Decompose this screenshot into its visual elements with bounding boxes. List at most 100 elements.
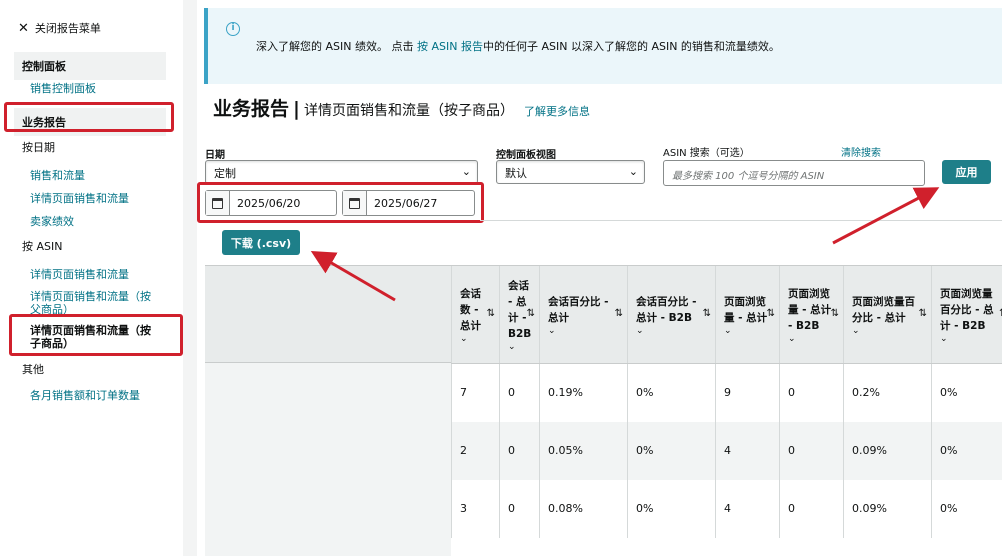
sidebar-item-asin-parent[interactable]: 详情页面销售和流量（按 父商品） [30, 290, 151, 316]
chevron-down-icon: ⌄ [461, 165, 471, 178]
apply-button[interactable]: 应用 [942, 160, 991, 184]
column-header[interactable]: 会话百分比 - 总计 ⌄ ⇅ [539, 265, 628, 364]
asin-search-label: ASIN 搜索（可选） [663, 148, 750, 159]
chevron-down-icon[interactable]: ⌄ [788, 334, 837, 344]
sidebar-by-asin: 按 ASIN [22, 240, 63, 253]
column-header-label: 会话数 - 总计 [460, 287, 481, 332]
sidebar-item-sales-dashboard[interactable]: 销售控制面板 [30, 82, 96, 95]
sidebar-dashboard-header: 控制面板 [14, 52, 166, 80]
table-cell: 0.2% [843, 363, 932, 422]
chevron-down-icon[interactable]: ⌄ [460, 334, 493, 344]
table-cell: 0 [499, 479, 540, 538]
sort-icon[interactable]: ⇅ [615, 308, 623, 319]
sidebar-item-monthly[interactable]: 各月销售额和订单数量 [30, 389, 140, 402]
table-cell: 7 [451, 363, 500, 422]
close-report-menu[interactable]: ✕ 关闭报告菜单 [18, 20, 101, 36]
clear-search-link[interactable]: 清除搜索 [841, 144, 881, 159]
table-cell: 0.19% [539, 363, 628, 422]
column-header-label: 会话百分比 - 总计 [548, 295, 609, 324]
report-table: 会话数 - 总计 ⌄ ⇅ 会话 - 总计 - B2B ⌄ ⇅ 会话百分比 - 总计 ⌄ ⇅ 会话百… [451, 265, 1002, 538]
date-label: 日期 [205, 150, 225, 161]
column-header-label: 页面浏览量百分比 - 总计 [852, 295, 915, 324]
table-cell: 0% [931, 479, 1002, 538]
table-cell: 2 [451, 421, 500, 480]
table-cell: 4 [715, 421, 780, 480]
sidebar-item-seller-performance[interactable]: 卖家绩效 [30, 215, 74, 228]
table-cell: 0 [779, 421, 844, 480]
title-separator: | [293, 98, 300, 120]
table-cell: 0 [499, 363, 540, 422]
asin-search-input[interactable]: 最多搜索 100 个逗号分隔的 ASIN [663, 160, 925, 186]
date-range-value: 定制 [214, 167, 236, 180]
banner-asin-report-link[interactable]: 按 ASIN 报告 [417, 40, 483, 53]
chevron-down-icon[interactable]: ⌄ [852, 326, 925, 336]
table-row: 7 0 0.19% 0% 9 0 0.2% 0% [451, 363, 1002, 422]
table-cell: 0.05% [539, 421, 628, 480]
column-header[interactable]: 会话数 - 总计 ⌄ ⇅ [451, 265, 500, 364]
column-header-label: 页面浏览量百分比 - 总计 - B2B [940, 287, 994, 332]
table-cell: 0% [627, 479, 716, 538]
divider [480, 220, 1002, 221]
sort-icon[interactable]: ⇅ [703, 308, 711, 319]
close-menu-label: 关闭报告菜单 [34, 22, 101, 35]
banner-message: 深入了解您的 ASIN 绩效。 点击 按 ASIN 报告中的任何子 ASIN 以… [256, 38, 780, 54]
download-csv-button[interactable]: 下载 (.csv) [222, 230, 300, 255]
chevron-down-icon[interactable]: ⌄ [724, 326, 773, 336]
highlight-business-reports [4, 102, 174, 132]
page-subtitle: 详情页面销售和流量（按子商品） [303, 103, 514, 119]
table-cell: 0.09% [843, 421, 932, 480]
sort-icon[interactable]: ⇅ [487, 308, 495, 319]
dashboard-view-label: 控制面板视图 [496, 150, 556, 161]
table-cell: 3 [451, 479, 500, 538]
table-cell: 0% [627, 363, 716, 422]
table-cell: 9 [715, 363, 780, 422]
chevron-down-icon[interactable]: ⌄ [548, 326, 621, 336]
table-row: 2 0 0.05% 0% 4 0 0.09% 0% [451, 421, 1002, 480]
table-header-row: 会话数 - 总计 ⌄ ⇅ 会话 - 总计 - B2B ⌄ ⇅ 会话百分比 - 总计 ⌄ ⇅ 会话百… [451, 265, 1002, 364]
dashboard-view-select[interactable]: 默认 ⌄ [496, 160, 645, 184]
chevron-down-icon[interactable]: ⌄ [636, 326, 709, 336]
table-cell: 0% [627, 421, 716, 480]
table-row: 3 0 0.08% 0% 4 0 0.09% 0% [451, 479, 1002, 538]
date-range-select[interactable]: 定制 ⌄ [205, 160, 478, 184]
table-cell: 0.08% [539, 479, 628, 538]
sort-icon[interactable]: ⇅ [831, 308, 839, 319]
chevron-down-icon: ⌄ [628, 165, 638, 178]
sidebar-item-asin-detail[interactable]: 详情页面销售和流量 [30, 268, 129, 281]
sidebar-divider [183, 0, 197, 556]
table-cell: 0 [499, 421, 540, 480]
column-header[interactable]: 页面浏览量 - 总计 - B2B ⌄ ⇅ [779, 265, 844, 364]
close-icon: ✕ [18, 20, 29, 36]
highlight-asin-child [9, 314, 183, 356]
info-banner: i 深入了解您的 ASIN 绩效。 点击 按 ASIN 报告中的任何子 ASIN… [204, 8, 1002, 84]
sidebar-by-date: 按日期 [22, 141, 55, 154]
chevron-down-icon[interactable]: ⌄ [508, 342, 533, 352]
table-cell: 0 [779, 479, 844, 538]
sort-icon[interactable]: ⇅ [527, 308, 535, 319]
sidebar-item-detail-page-sales-traffic[interactable]: 详情页面销售和流量 [30, 192, 129, 205]
banner-text-after: 中的任何子 ASIN 以深入了解您的 ASIN 的销售和流量绩效。 [482, 40, 780, 53]
sort-icon[interactable]: ⇅ [767, 308, 775, 319]
table-body-left-spacer [205, 363, 451, 556]
chevron-down-icon[interactable]: ⌄ [940, 334, 1002, 344]
report-sidebar: ✕ 关闭报告菜单 控制面板 销售控制面板 业务报告 按日期 销售和流量 详情页面… [0, 0, 183, 556]
learn-more-link[interactable]: 了解更多信息 [524, 103, 590, 119]
asin-parent-line1: 详情页面销售和流量（按 [30, 290, 151, 303]
info-icon: i [226, 22, 240, 36]
sidebar-item-sales-traffic[interactable]: 销售和流量 [30, 169, 85, 182]
table-cell: 0 [779, 363, 844, 422]
column-header[interactable]: 页面浏览量百分比 - 总计 ⌄ ⇅ [843, 265, 932, 364]
dashboard-view-value: 默认 [505, 167, 527, 180]
column-header[interactable]: 会话 - 总计 - B2B ⌄ ⇅ [499, 265, 540, 364]
sort-icon[interactable]: ⇅ [919, 308, 927, 319]
column-header[interactable]: 会话百分比 - 总计 - B2B ⌄ ⇅ [627, 265, 716, 364]
column-header[interactable]: 页面浏览量 - 总计 ⌄ ⇅ [715, 265, 780, 364]
column-header-label: 会话百分比 - 总计 - B2B [636, 295, 697, 324]
table-header-left-spacer [205, 265, 451, 363]
column-header-label: 页面浏览量 - 总计 [724, 295, 768, 324]
column-header[interactable]: 页面浏览量百分比 - 总计 - B2B⌄⇅ [931, 265, 1002, 364]
table-cell: 0.09% [843, 479, 932, 538]
table-cell: 0% [931, 421, 1002, 480]
table-cell: 0% [931, 363, 1002, 422]
page-title-row: 业务报告 | 详情页面销售和流量（按子商品） 了解更多信息 [213, 94, 590, 121]
